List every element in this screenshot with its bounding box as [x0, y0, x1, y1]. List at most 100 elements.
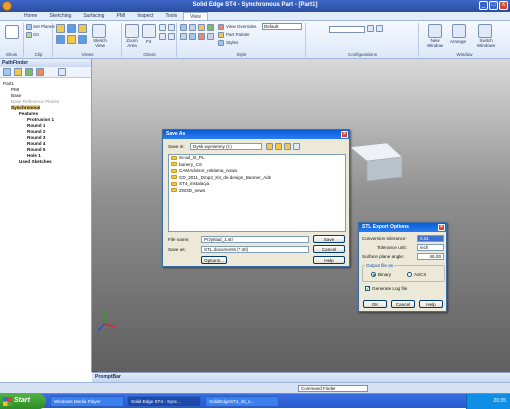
group-label-configurations: Configurations: [347, 52, 378, 57]
shaded-icon[interactable]: [180, 24, 187, 31]
conversion-tolerance-label: Conversion tolerance:: [362, 236, 407, 241]
tree-item[interactable]: Used Sketches: [19, 159, 52, 164]
view-icon-6[interactable]: [78, 35, 87, 44]
minimize-button[interactable]: _: [479, 1, 488, 10]
save-as-type-dropdown[interactable]: STL documents (*.stl): [201, 246, 309, 253]
file-name-input[interactable]: Przyklad_1.stl: [201, 236, 309, 243]
styles-button[interactable]: Styles: [226, 40, 238, 45]
taskbar-button[interactable]: Solid Edge ST4 - Sync...: [127, 396, 201, 407]
stl-ok-button[interactable]: OK: [363, 300, 387, 308]
save-configuration-icon[interactable]: [367, 25, 374, 32]
switch-windows-icon[interactable]: [478, 24, 492, 38]
help-button[interactable]: Help: [313, 256, 345, 264]
sketch-view-icon[interactable]: [92, 24, 106, 38]
tree-item[interactable]: Round 2: [27, 129, 45, 134]
rotate-icon[interactable]: [159, 33, 166, 40]
tree-item[interactable]: Part1: [3, 81, 14, 86]
stl-options-close-button[interactable]: ×: [438, 224, 445, 231]
up-folder-icon[interactable]: [275, 143, 282, 150]
display-icon[interactable]: [25, 68, 33, 76]
arrange-icon[interactable]: [452, 24, 466, 38]
close-button[interactable]: X: [499, 1, 508, 10]
view-icon-1[interactable]: [56, 24, 65, 33]
texture-icon[interactable]: [198, 33, 205, 40]
delete-configuration-icon[interactable]: [376, 25, 383, 32]
wireframe-icon[interactable]: [189, 24, 196, 31]
graphics-viewport[interactable]: Save As × Save in: Dysk wymienny (I:) ss…: [92, 59, 510, 372]
part-painter-button[interactable]: Part Painter: [226, 32, 250, 37]
view-icon-3[interactable]: [78, 24, 87, 33]
save-as-title: Save As ×: [163, 130, 349, 139]
options-icon[interactable]: [58, 68, 66, 76]
cancel-button[interactable]: Cancel: [313, 245, 345, 253]
sort-icon[interactable]: [36, 68, 44, 76]
pan-icon[interactable]: [168, 24, 175, 31]
shadow-icon[interactable]: [180, 33, 187, 40]
tree-item[interactable]: Base: [11, 93, 21, 98]
tree-item[interactable]: Round 3: [27, 135, 45, 140]
set-planes-button[interactable]: Set Planes: [33, 24, 55, 29]
new-window-icon[interactable]: [428, 24, 442, 38]
view-icon-2[interactable]: [67, 24, 76, 33]
generate-log-option[interactable]: ✓ Generate Log file: [365, 286, 407, 292]
save-button[interactable]: Save: [313, 235, 345, 243]
tab-inspect[interactable]: Inspect: [131, 12, 159, 20]
tree-item[interactable]: Protrusion 1: [27, 117, 54, 122]
tree-item[interactable]: Round 1: [27, 123, 45, 128]
clip-on-button[interactable]: On: [33, 32, 39, 37]
folder-item[interactable]: ZW3D_news: [169, 188, 345, 195]
tree-item[interactable]: Base Reference Planes: [11, 99, 59, 104]
maximize-button[interactable]: □: [489, 1, 498, 10]
command-finder-input[interactable]: Command Finder: [298, 385, 368, 392]
tab-surfacing[interactable]: Surfacing: [77, 12, 110, 20]
background-icon[interactable]: [207, 24, 214, 31]
tree-item[interactable]: PMI: [11, 87, 19, 92]
ascii-option[interactable]: ASCII: [407, 272, 426, 278]
tolerance-unit-dropdown[interactable]: inch: [417, 244, 444, 251]
binary-radio[interactable]: [371, 272, 376, 278]
tree-item[interactable]: Round 5: [27, 147, 45, 152]
view-icon-4[interactable]: [56, 35, 65, 44]
save-in-dropdown[interactable]: Dysk wymienny (I:): [190, 143, 262, 150]
tree-item[interactable]: Hole 1: [27, 153, 41, 158]
generate-log-checkbox[interactable]: ✓: [365, 286, 370, 292]
stl-help-button[interactable]: Help: [419, 300, 443, 308]
view-icon-5[interactable]: [67, 35, 76, 44]
tree-item[interactable]: Synchronous: [11, 105, 41, 110]
stl-cancel-button[interactable]: Cancel: [391, 300, 415, 308]
zoom-icon[interactable]: [159, 24, 166, 31]
zoom-area-icon[interactable]: [125, 24, 139, 38]
perspective-icon[interactable]: [207, 33, 214, 40]
view-menu-icon[interactable]: [293, 143, 300, 150]
tree-item[interactable]: Features: [19, 111, 38, 116]
light-icon[interactable]: [198, 24, 205, 31]
surface-plane-angle-input[interactable]: 45.00: [417, 253, 444, 260]
taskbar-button[interactable]: SolidEdgeST4_stl_s...: [205, 396, 279, 407]
configuration-dropdown[interactable]: [329, 26, 365, 33]
reflection-icon[interactable]: [189, 33, 196, 40]
tab-tools[interactable]: Tools: [159, 12, 183, 20]
fit-icon[interactable]: [142, 24, 156, 38]
folder-icon[interactable]: [14, 68, 22, 76]
start-button[interactable]: Start: [0, 394, 46, 409]
spin-icon[interactable]: [168, 33, 175, 40]
group-label-views: Views: [81, 52, 94, 57]
tab-pmi[interactable]: PMI: [110, 12, 131, 20]
conversion-tolerance-input[interactable]: 0.01: [417, 235, 444, 242]
filter-icon[interactable]: [3, 68, 11, 76]
tab-sketching[interactable]: Sketching: [43, 12, 77, 20]
options-button[interactable]: Options...: [201, 256, 227, 264]
back-icon[interactable]: [266, 143, 273, 150]
tab-home[interactable]: Home: [18, 12, 43, 20]
taskbar-button[interactable]: Windows Media Player: [50, 396, 124, 407]
tab-view[interactable]: View: [183, 12, 208, 20]
new-folder-icon[interactable]: [284, 143, 291, 150]
binary-option[interactable]: Binary: [371, 272, 391, 278]
save-as-close-button[interactable]: ×: [341, 131, 348, 138]
show-all-icon[interactable]: [5, 25, 19, 39]
ascii-radio[interactable]: [407, 272, 412, 278]
file-list[interactable]: ss-ad_st_PL banery_CS CAMAdvisor_reklama_n…: [168, 154, 346, 232]
view-overrides-dropdown[interactable]: Default: [262, 23, 302, 30]
tree-item[interactable]: Round 4: [27, 141, 45, 146]
tree-item-label: Round 3: [27, 135, 46, 140]
